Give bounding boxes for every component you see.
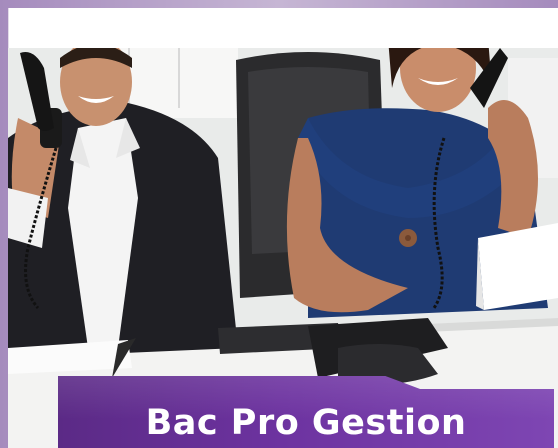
- top-white-band: [8, 8, 558, 48]
- slide-frame: Bac Pro Gestion: [0, 0, 558, 448]
- banner-title: Bac Pro Gestion: [145, 403, 467, 443]
